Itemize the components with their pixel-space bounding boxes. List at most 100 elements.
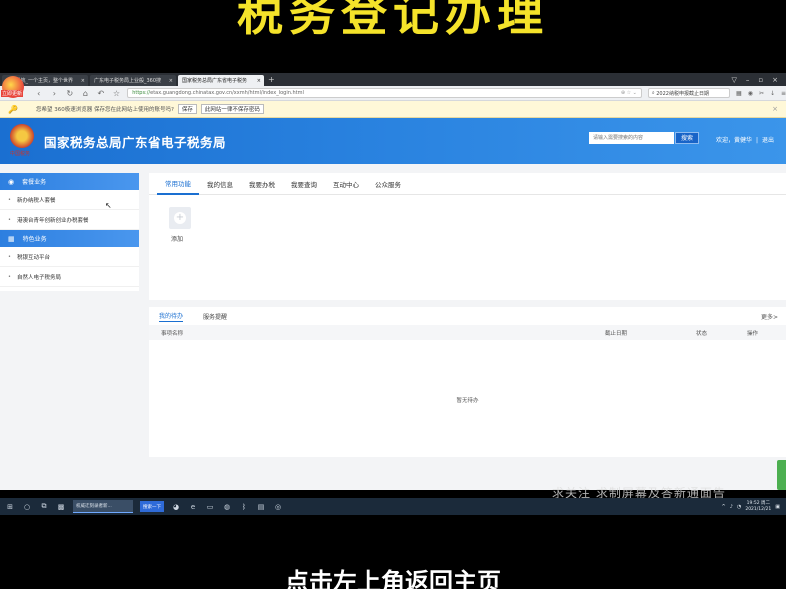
key-icon: 🔑 <box>8 104 18 114</box>
close-tab-icon[interactable]: × <box>169 78 173 84</box>
emblem-text: 中国税务 <box>10 151 31 157</box>
top-caption: 税务登记办理 <box>237 0 549 41</box>
tax-emblem-icon <box>10 124 34 148</box>
column-header: 事项名称 <box>161 330 184 337</box>
grid-icon: ▦ <box>8 234 15 243</box>
password-save-bar: 🔑 您希望 360极速浏览器 保存您在此网站上使用的账号吗? 保存 此网站一律不… <box>0 101 786 118</box>
close-icon[interactable]: × <box>772 105 778 113</box>
update-badge: 立即更新 <box>1 90 24 97</box>
save-password-button[interactable]: 保存 <box>177 104 197 114</box>
more-link[interactable]: 更多> <box>761 312 778 321</box>
browser-logo-icon[interactable]: 立即更新 <box>1 76 24 98</box>
tab-my-info[interactable]: 我的信息 <box>199 173 241 195</box>
logout-link[interactable]: 退出 <box>762 137 774 144</box>
add-function-button[interactable]: + <box>169 207 191 229</box>
todo-panel: 我的待办 服务提醒 更多> 事项名称 截止日期 状态 操作 暂无待办 <box>149 307 786 457</box>
window-controls: ▽ – ▫ × <box>731 76 786 84</box>
wechat-icon[interactable]: ◎ <box>273 503 283 511</box>
common-functions-panel: 常用功能 我的信息 我要办税 我要查询 互动中心 公众服务 + 添加 <box>149 173 786 300</box>
sidebar-item-natural-person[interactable]: • 自然人电子税务局 <box>0 267 139 287</box>
column-header: 状态 <box>696 330 708 337</box>
side-badge <box>777 460 786 490</box>
add-label: 添加 <box>171 236 184 243</box>
tools-icon[interactable]: ✂ <box>759 90 764 97</box>
empty-state-text: 暂无待办 <box>456 398 479 404</box>
task-view-icon[interactable]: ⧉ <box>39 502 49 511</box>
search-icon[interactable]: ○ <box>22 503 32 511</box>
browser-tab-bar: 立即更新 360导航_一个主页，整个世界 × 广东电子税务局上业般_360搜 × 国… <box>0 73 786 98</box>
browser-window: 立即更新 360导航_一个主页，整个世界 × 广东电子税务局上业般_360搜 × 国… <box>0 73 786 490</box>
todo-table-header: 事项名称 截止日期 状态 操作 <box>149 325 786 340</box>
browser-search-box[interactable]: ⌕ 2022纳税申报截止日期 <box>647 88 731 98</box>
folder-icon[interactable]: ▭ <box>205 503 215 511</box>
tray-expand-icon[interactable]: ^ <box>722 504 726 510</box>
undo-icon[interactable]: ↶ <box>96 89 106 98</box>
tab-query[interactable]: 我要查询 <box>283 173 325 195</box>
main-content: ◉ 套餐业务 • 新办纳税人套餐 • 港澳台青年创新创业办税套餐 ▦ 特色业务 • 税银互… <box>0 173 786 490</box>
plus-icon: + <box>174 212 186 224</box>
menu-icon[interactable]: ≡ <box>781 90 786 97</box>
mic-icon[interactable]: ♪ <box>730 504 733 510</box>
download-icon[interactable]: ↓ <box>770 90 775 97</box>
sidebar-item-bank-tax[interactable]: • 税银互动平台 <box>0 247 139 267</box>
toolbar-icons: ▦ ◉ ✂ ↓ ≡ <box>736 90 786 97</box>
clock[interactable]: 19:52 周二 2021/12/21 <box>745 501 771 513</box>
taskbar: ⊞ ○ ⧉ ▩ 权威迁刻录者新... 搜索一下 ◕ e ▭ ◍ ᛒ ▤ ◎ ^ … <box>0 498 786 515</box>
maximize-icon[interactable]: ▫ <box>758 76 763 84</box>
menu-icon[interactable]: ▽ <box>731 76 736 84</box>
taskbar-search-button[interactable]: 搜索一下 <box>140 501 164 512</box>
column-header: 截止日期 <box>605 330 628 337</box>
tab-my-todo[interactable]: 我的待办 <box>159 311 184 322</box>
tab-interaction[interactable]: 互动中心 <box>325 173 367 195</box>
video-frame: 税务登记办理 立即更新 360导航_一个主页，整个世界 × 广东电子税务局上业般_… <box>0 0 786 589</box>
main-tabs: 常用功能 我的信息 我要办税 我要查询 互动中心 公众服务 <box>149 173 786 195</box>
network-icon[interactable]: ◔ <box>737 504 741 510</box>
sidebar: ◉ 套餐业务 • 新办纳税人套餐 • 港澳台青年创新创业办税套餐 ▦ 特色业务 • 税银互… <box>0 173 139 291</box>
browser-tab[interactable]: 广东电子税务局上业般_360搜 × <box>90 75 176 86</box>
system-tray: ^ ♪ ◔ 19:52 周二 2021/12/21 ▣ <box>722 501 786 513</box>
forward-icon[interactable]: › <box>50 89 60 98</box>
close-tab-icon[interactable]: × <box>257 78 261 84</box>
favorite-icon[interactable]: ☆ <box>112 89 122 98</box>
refresh-icon[interactable]: ↻ <box>65 89 75 98</box>
edge-icon[interactable]: e <box>188 503 198 511</box>
bottom-caption: 点击左上角返回主页 <box>285 568 501 589</box>
address-bar-icons[interactable]: ⊕ ☆ ⌄ <box>621 90 641 96</box>
notification-icon[interactable]: ▣ <box>775 504 780 510</box>
new-tab-button[interactable]: + <box>268 75 275 84</box>
sidebar-group-special[interactable]: ▦ 特色业务 <box>0 230 139 247</box>
widgets-icon[interactable]: ▩ <box>56 503 66 511</box>
close-window-icon[interactable]: × <box>772 76 778 84</box>
excel-icon[interactable]: ▤ <box>256 503 266 511</box>
mouse-cursor-icon: ↖ <box>105 201 112 210</box>
chrome-icon[interactable]: ◕ <box>171 503 181 511</box>
navigation-bar: ‹ › ↻ ⌂ ↶ ☆ https://etax.guangdong.china… <box>0 86 786 101</box>
sidebar-group-package[interactable]: ◉ 套餐业务 <box>0 173 139 190</box>
home-icon[interactable]: ⌂ <box>81 89 91 98</box>
tab-public-service[interactable]: 公众服务 <box>367 173 409 195</box>
tab-common-functions[interactable]: 常用功能 <box>157 173 199 195</box>
back-icon[interactable]: ‹ <box>34 89 44 98</box>
bluetooth-icon[interactable]: ᛒ <box>239 503 249 511</box>
apps-icon[interactable]: ▦ <box>736 90 742 97</box>
site-header: 中国税务 国家税务总局广东省电子税务局 搜索 欢迎，黄健华|退出 <box>0 118 786 164</box>
tab-file-tax[interactable]: 我要办税 <box>241 173 283 195</box>
site-title: 国家税务总局广东省电子税务局 <box>44 135 227 150</box>
sidebar-item-new-taxpayer[interactable]: • 新办纳税人套餐 <box>0 190 139 210</box>
game-icon[interactable]: ◉ <box>748 90 753 97</box>
start-icon[interactable]: ⊞ <box>5 503 15 511</box>
address-bar[interactable]: https://etax.guangdong.chinatax.gov.cn/x… <box>127 88 642 98</box>
taskbar-window[interactable]: 权威迁刻录者新... <box>73 500 133 513</box>
column-header: 操作 <box>747 330 759 337</box>
close-tab-icon[interactable]: × <box>81 78 85 84</box>
tab-service-reminder[interactable]: 服务提醒 <box>203 312 227 321</box>
app-icon[interactable]: ◍ <box>222 503 232 511</box>
password-message: 您希望 360极速浏览器 保存您在此网站上使用的账号吗? <box>35 107 174 113</box>
sidebar-item-hk-youth[interactable]: • 港澳台青年创新创业办税套餐 <box>0 210 139 230</box>
never-save-button[interactable]: 此网站一律不保存密码 <box>200 104 264 114</box>
minimize-icon[interactable]: – <box>746 76 750 84</box>
browser-tab-active[interactable]: 国家税务总局广东省电子税务 × <box>178 75 264 86</box>
welcome-area: 欢迎，黄健华 | 退出 <box>716 137 775 144</box>
site-search-button[interactable]: 搜索 <box>675 132 699 144</box>
site-search-input[interactable] <box>589 132 674 144</box>
